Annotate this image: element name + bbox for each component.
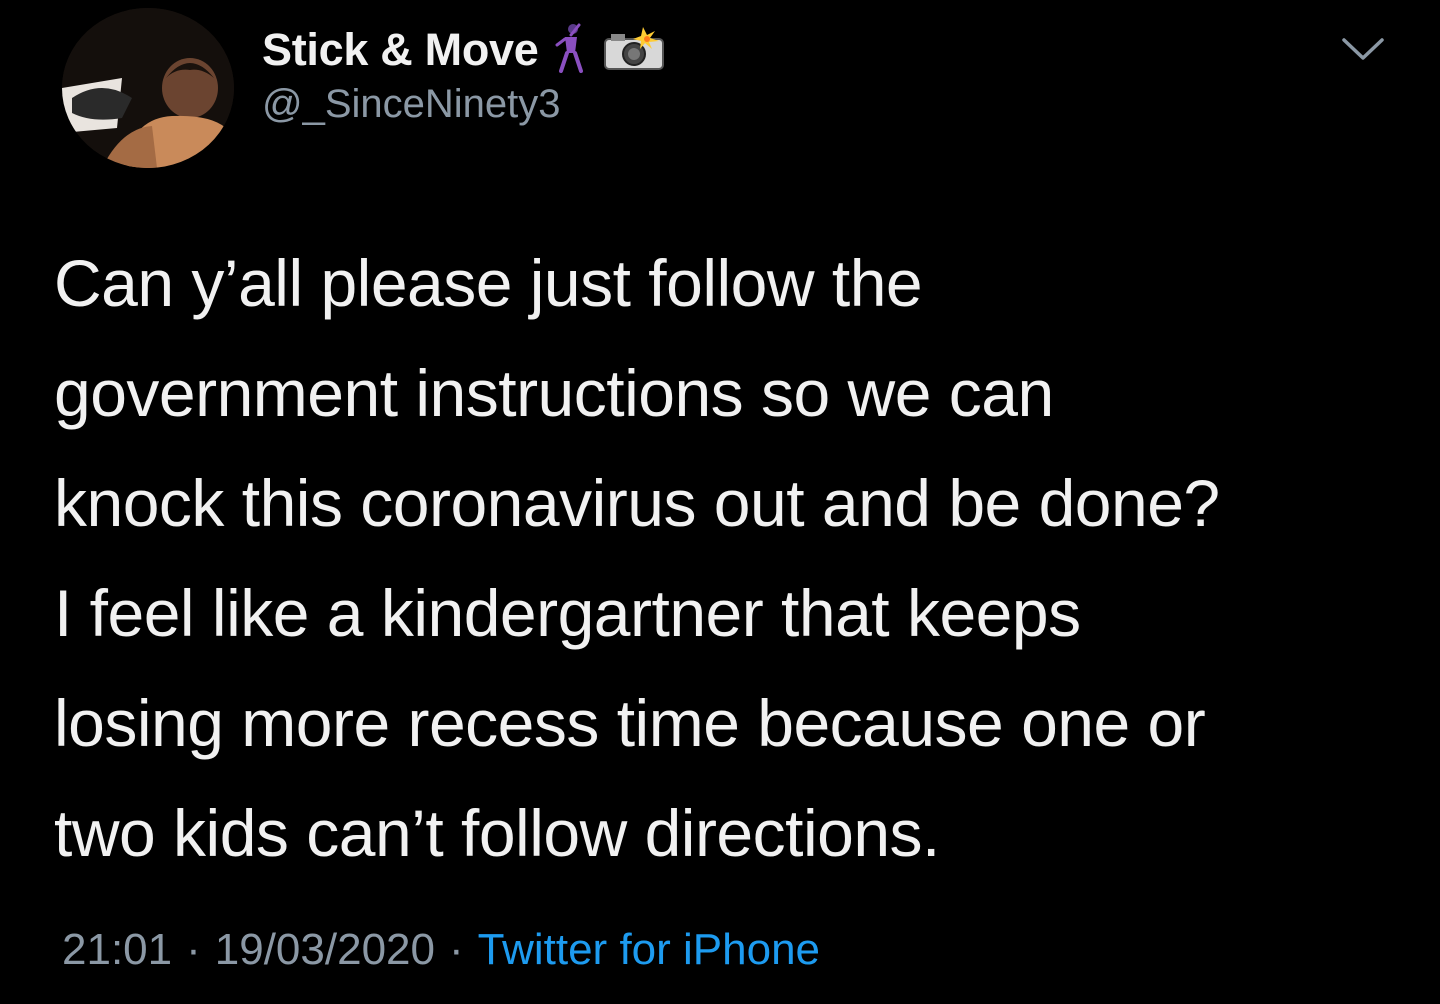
camera-with-flash-icon [603, 25, 665, 76]
tweet-text-line: government instructions so we can [54, 356, 1054, 430]
user-handle[interactable]: @_SinceNinety3 [262, 82, 665, 127]
separator-dot: · [448, 925, 464, 974]
display-name[interactable]: Stick & Move [262, 24, 539, 76]
user-header: Stick & Move @_SinceNinety3 [262, 23, 665, 127]
tweet-source-link[interactable]: Twitter for iPhone [478, 925, 820, 974]
tweet-text-line: losing more recess time because one or [54, 686, 1206, 760]
tweet: Stick & Move @_SinceNinety3 Can y’all pl… [0, 0, 1440, 1004]
tweet-metadata: 21:01 · 19/03/2020 · Twitter for iPhone [62, 920, 820, 980]
chevron-down-icon[interactable] [1338, 30, 1388, 70]
tweet-text-line: knock this coronavirus out and be done? [54, 466, 1220, 540]
tweet-text: Can y’all please just follow the governm… [54, 228, 1424, 888]
tweet-text-line: I feel like a kindergartner that keeps [54, 576, 1081, 650]
separator-dot: · [186, 925, 201, 974]
dancing-man-emoji-icon [553, 23, 589, 78]
avatar[interactable] [62, 8, 234, 168]
tweet-time[interactable]: 21:01 [62, 925, 172, 974]
tweet-text-line: Can y’all please just follow the [54, 246, 923, 320]
tweet-date[interactable]: 19/03/2020 [215, 925, 435, 974]
tweet-text-line: two kids can’t follow directions. [54, 796, 940, 870]
